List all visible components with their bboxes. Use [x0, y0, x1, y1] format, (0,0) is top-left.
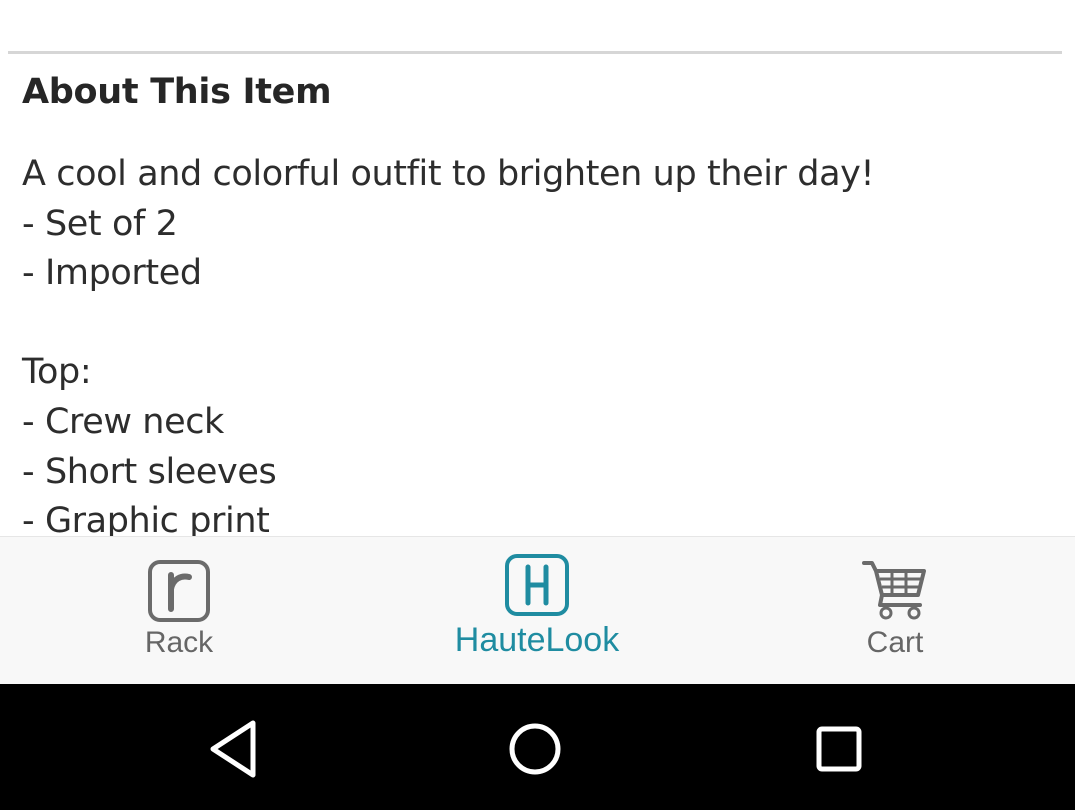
screen: About This Item A cool and colorful outf…	[0, 0, 1075, 810]
recents-icon[interactable]	[807, 717, 871, 781]
description-line	[22, 299, 874, 349]
back-icon[interactable]	[201, 717, 265, 781]
tab-hautelook[interactable]: HauteLook	[358, 537, 716, 685]
description-line: - Imported	[22, 253, 202, 294]
about-item-heading: About This Item	[22, 72, 332, 112]
description-line: - Set of 2	[22, 203, 178, 244]
item-description: A cool and colorful outfit to brighten u…	[22, 150, 874, 536]
hautelook-h-icon	[505, 554, 569, 616]
tab-rack[interactable]: Rack	[0, 537, 358, 685]
description-line: - Crew neck	[22, 401, 224, 442]
cart-icon	[862, 561, 926, 620]
section-divider	[8, 51, 1062, 54]
system-navigation-bar	[0, 684, 1075, 810]
tab-hautelook-label: HauteLook	[454, 621, 620, 659]
description-line: - Short sleeves	[22, 451, 277, 492]
description-line: Top:	[22, 352, 92, 393]
description-line: A cool and colorful outfit to brighten u…	[22, 154, 875, 194]
description-line: - Graphic print	[22, 501, 270, 536]
home-icon[interactable]	[503, 717, 567, 781]
rack-r-icon	[148, 560, 210, 622]
bottom-tab-bar: Rack HauteLook Cart	[0, 536, 1075, 684]
tab-cart[interactable]: Cart	[716, 537, 1074, 685]
product-details-panel[interactable]: About This Item A cool and colorful outf…	[0, 0, 1075, 536]
tab-rack-label: Rack	[144, 626, 214, 659]
tab-cart-label: Cart	[866, 626, 924, 659]
